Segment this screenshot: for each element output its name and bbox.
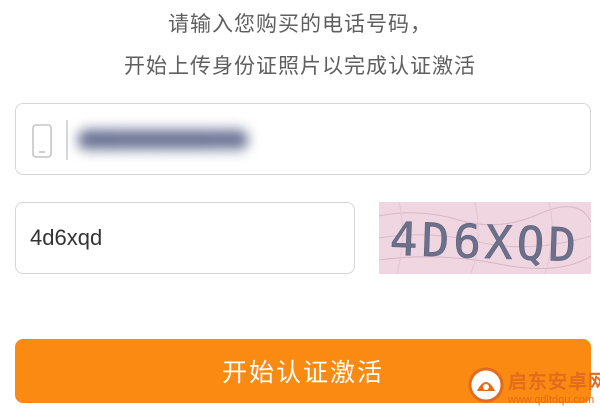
watermark-logo-icon (468, 367, 504, 403)
phone-number-value: 138xxxxxxxx (78, 126, 248, 154)
watermark-title: 启东安卓网 (508, 371, 600, 393)
watermark-url: www.qdltdqu.com (508, 394, 595, 406)
text-caret (66, 120, 68, 160)
captcha-image[interactable]: 4D6XQD (379, 202, 591, 274)
watermark: 启东安卓网 www.qdltdqu.com (462, 361, 600, 413)
instruction-line-2: 开始上传身份证照片以完成认证激活 (124, 54, 476, 78)
phone-number-field[interactable]: 138xxxxxxxx (15, 103, 591, 175)
captcha-input[interactable] (30, 203, 340, 272)
captcha-field[interactable] (15, 202, 355, 274)
instruction-line-1: 请输入您购买的电话号码， (168, 12, 432, 36)
phone-icon (32, 124, 52, 158)
captcha-text: 4D6XQD (389, 212, 581, 273)
